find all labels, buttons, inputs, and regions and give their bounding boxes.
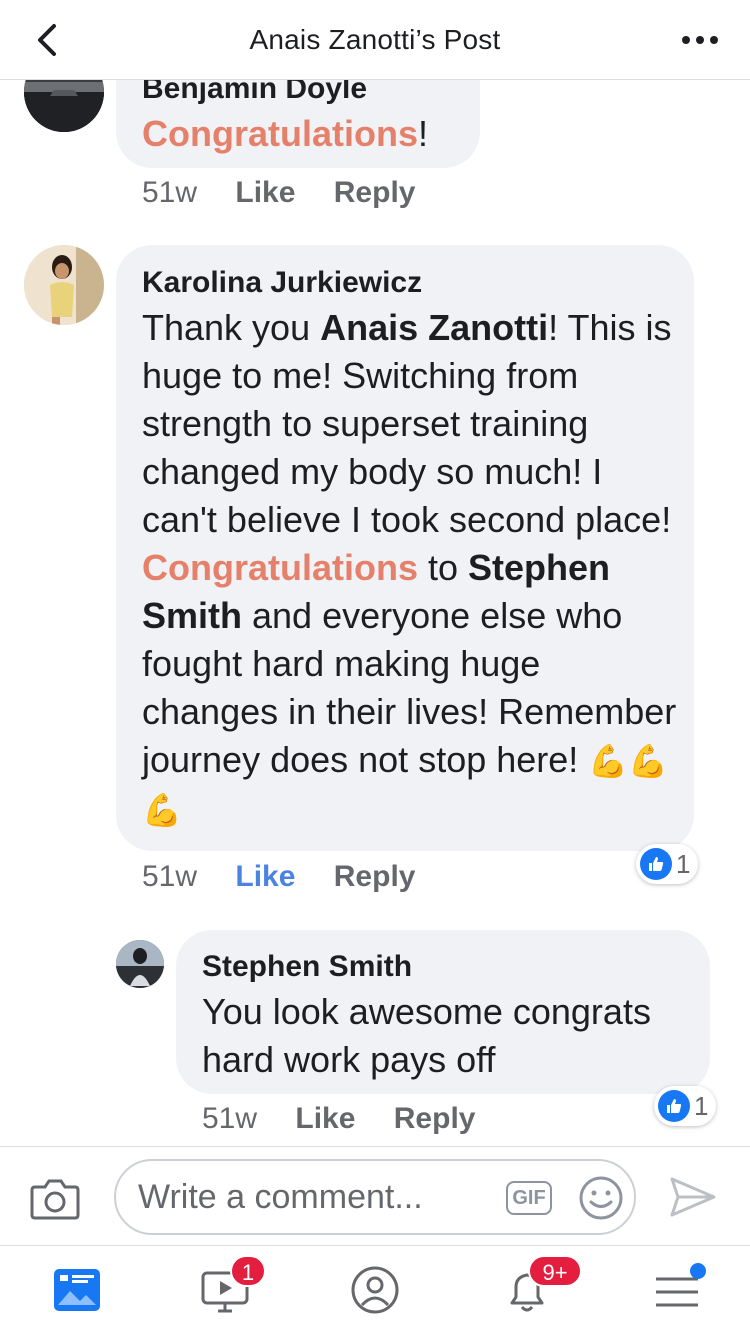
profile-icon[interactable] — [350, 1265, 400, 1315]
comment-composer: Write a comment... GIF — [0, 1146, 750, 1246]
mention-link[interactable]: Anais Zanotti — [320, 307, 548, 348]
more-options-icon[interactable] — [680, 28, 720, 52]
comment-time[interactable]: 51w — [142, 860, 197, 894]
reaction-count-value: 1 — [676, 848, 691, 879]
gif-button[interactable]: GIF — [506, 1181, 552, 1215]
menu-new-indicator — [690, 1263, 706, 1279]
avatar[interactable] — [116, 940, 164, 988]
comment-author[interactable]: Stephen Smith — [202, 950, 412, 984]
comment-actions: 51w Like Reply — [142, 176, 445, 210]
comment-actions: 51w Like Reply — [202, 1102, 505, 1136]
comment-input-placeholder: Write a comment... — [138, 1178, 423, 1216]
send-icon[interactable] — [668, 1173, 718, 1221]
reaction-count[interactable]: 1 — [654, 1086, 717, 1126]
camera-icon[interactable] — [30, 1175, 80, 1221]
avatar-photo-icon — [24, 245, 104, 325]
avatar-photo-icon — [116, 940, 164, 988]
reaction-count-value: 1 — [694, 1090, 709, 1121]
comment-text-tail: ! — [418, 113, 429, 154]
reaction-count[interactable]: 1 — [636, 844, 699, 884]
comment-text-part: to — [418, 547, 469, 588]
like-link[interactable]: Like — [235, 176, 295, 210]
page-title: Anais Zanotti’s Post — [249, 24, 501, 55]
comment-input[interactable]: Write a comment... GIF — [114, 1159, 636, 1235]
like-reaction-icon — [658, 1090, 690, 1122]
like-link[interactable]: Like — [295, 1102, 355, 1136]
comment-text: You look awesome congrats hard work pays… — [202, 991, 651, 1080]
like-reaction-icon — [640, 848, 672, 880]
highlighted-word[interactable]: Congratulations — [142, 547, 418, 588]
reply-link[interactable]: Reply — [334, 176, 416, 210]
like-link[interactable]: Like — [235, 860, 295, 894]
reply-link[interactable]: Reply — [394, 1102, 476, 1136]
avatar[interactable] — [24, 245, 104, 325]
comment-text-part: Thank you — [142, 307, 321, 348]
comment-actions: 51w Like Reply — [142, 860, 445, 894]
video-notification-badge: 1 — [230, 1255, 266, 1287]
comment-text: Congratulations! — [142, 110, 428, 158]
news-feed-icon[interactable] — [52, 1265, 102, 1315]
emoji-icon[interactable] — [578, 1175, 624, 1221]
bottom-navigation: 1 9+ — [0, 1247, 750, 1334]
reply-link[interactable]: Reply — [334, 860, 416, 894]
comment-text: Thank you Anais Zanotti! This is huge to… — [142, 304, 682, 834]
comment-time[interactable]: 51w — [202, 1102, 257, 1136]
post-header: Anais Zanotti’s Post — [0, 0, 750, 80]
comment-time[interactable]: 51w — [142, 176, 197, 210]
comment-author[interactable]: Karolina Jurkiewicz — [142, 266, 422, 300]
notifications-badge: 9+ — [528, 1255, 582, 1287]
highlighted-word[interactable]: Congratulations — [142, 113, 418, 154]
